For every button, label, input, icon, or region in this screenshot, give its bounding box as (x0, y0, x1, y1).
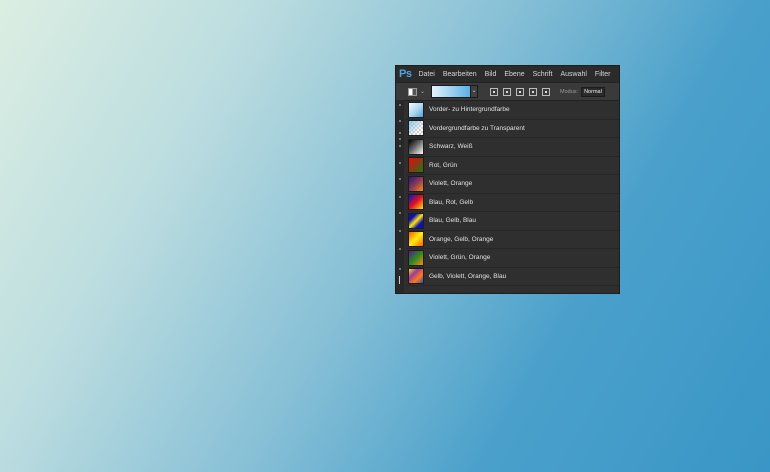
photoshop-logo: Ps (399, 68, 412, 80)
gradient-swatch (408, 120, 424, 137)
gradient-swatch (408, 212, 424, 229)
menu-auswahl[interactable]: Auswahl (560, 71, 586, 78)
photoshop-window: Ps Datei Bearbeiten Bild Ebene Schrift A… (396, 66, 619, 293)
gradient-preset-label: Orange, Gelb, Orange (429, 235, 494, 243)
side-toolbar-strip (396, 100, 404, 293)
gradient-preset-label: Violett, Orange (429, 180, 473, 188)
radial-gradient-icon[interactable] (503, 87, 512, 96)
gradient-preset-item[interactable]: Rot, Grün (406, 157, 619, 175)
gradient-preset-label: Vordergrundfarbe zu Transparent (429, 124, 525, 132)
menu-ebene[interactable]: Ebene (504, 71, 524, 78)
gradient-preset-label: Gelb, Violett, Orange, Blau (429, 272, 507, 280)
gradient-swatch (408, 175, 424, 192)
diamond-gradient-icon[interactable] (542, 87, 551, 96)
menu-datei[interactable]: Datei (418, 71, 434, 78)
menu-filter[interactable]: Filter (595, 71, 611, 78)
gradient-swatch (408, 194, 424, 211)
gradient-picker-chevron-icon[interactable]: ⌄ (471, 85, 479, 98)
gradient-swatch (408, 101, 424, 118)
gradient-preset-item[interactable]: Blau, Gelb, Blau (406, 212, 619, 231)
mode-label: Modus: (560, 88, 579, 95)
gradient-preset-item[interactable]: Vorder- zu Hintergrundfarbe (406, 101, 619, 120)
gradient-preset-label: Violett, Grün, Orange (429, 254, 491, 262)
mode-select[interactable]: Normal (581, 86, 605, 97)
gradient-preset-label: Vorder- zu Hintergrundfarbe (429, 106, 510, 114)
gradient-swatch (408, 249, 424, 266)
reflected-gradient-icon[interactable] (529, 87, 538, 96)
tool-preset-chevron-icon[interactable]: ⌄ (420, 88, 425, 95)
gradient-preset-item[interactable]: Blau, Rot, Gelb (406, 194, 619, 212)
gradient-preset-item[interactable]: Violett, Orange (406, 175, 619, 194)
gradient-tool-icon[interactable] (408, 87, 417, 96)
gradient-swatch (408, 231, 424, 248)
linear-gradient-icon[interactable] (490, 87, 499, 96)
angle-gradient-icon[interactable] (516, 87, 525, 96)
menu-bar: Ps Datei Bearbeiten Bild Ebene Schrift A… (396, 66, 619, 82)
gradient-preset-label: Blau, Rot, Gelb (429, 198, 474, 206)
options-bar: ⌄ ⌄ Modus: Normal (396, 82, 619, 101)
gradient-preset-item[interactable]: Gelb, Violett, Orange, Blau (406, 268, 619, 286)
gradient-preset-item[interactable]: Vordergrundfarbe zu Transparent (406, 120, 619, 138)
menu-schrift[interactable]: Schrift (533, 71, 553, 78)
gradient-swatch (408, 138, 424, 155)
gradient-swatch (408, 268, 424, 285)
gradient-swatch (408, 157, 424, 174)
gradient-preset-list: Vorder- zu Hintergrundfarbe Vordergrundfa… (406, 101, 619, 293)
gradient-preset-item[interactable]: Orange, Gelb, Orange (406, 231, 619, 249)
gradient-preset-label: Schwarz, Weiß (429, 143, 473, 151)
gradient-preset-item[interactable]: Violett, Grün, Orange (406, 249, 619, 268)
gradient-preview[interactable] (431, 85, 472, 98)
gradient-preset-label: Rot, Grün (429, 161, 458, 169)
menu-bearbeiten[interactable]: Bearbeiten (443, 71, 477, 78)
menu-bild[interactable]: Bild (485, 71, 497, 78)
gradient-preset-label: Blau, Gelb, Blau (429, 217, 476, 225)
gradient-preset-item[interactable]: Schwarz, Weiß (406, 138, 619, 157)
